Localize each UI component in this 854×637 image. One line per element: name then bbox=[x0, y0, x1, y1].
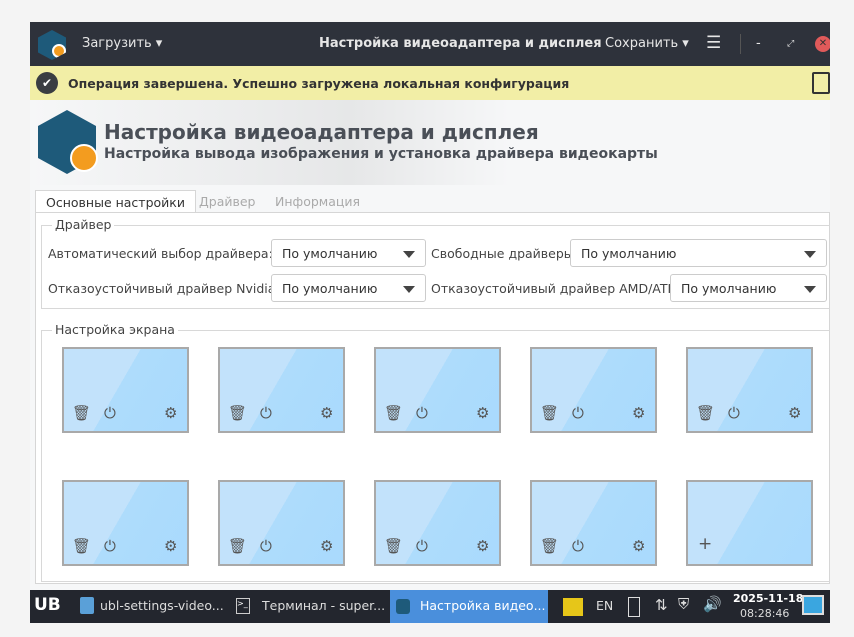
main-panel: Драйвер Автоматический выбор драйвера: П… bbox=[35, 212, 830, 584]
tab-main-settings[interactable]: Основные настройки bbox=[35, 190, 196, 213]
gear-icon bbox=[70, 144, 98, 172]
gear-icon[interactable]: ⚙ bbox=[632, 537, 645, 555]
keyboard-layout[interactable]: EN bbox=[596, 598, 613, 613]
app-icon bbox=[38, 30, 66, 60]
trash-icon[interactable]: 🗑 bbox=[696, 404, 715, 422]
power-icon[interactable]: ⏻ bbox=[572, 537, 584, 555]
monitor-tile[interactable]: 🗑 ⏻ ⚙ bbox=[374, 480, 501, 566]
terminal-icon: >_ bbox=[236, 598, 250, 614]
tab-information[interactable]: Информация bbox=[265, 190, 370, 213]
clock-time[interactable]: 08:28:46 bbox=[740, 607, 789, 620]
power-icon[interactable]: ⏻ bbox=[416, 537, 428, 555]
trash-icon[interactable]: 🗑 bbox=[72, 537, 91, 555]
load-label: Загрузить bbox=[82, 36, 152, 51]
screen-group-label: Настройка экрана bbox=[52, 322, 178, 337]
free-driver-label: Свободные драйверы bbox=[431, 246, 574, 261]
gear-icon[interactable]: ⚙ bbox=[476, 537, 489, 555]
monitor-tile[interactable]: 🗑 ⏻ ⚙ bbox=[62, 480, 189, 566]
monitor-tile[interactable]: 🗑 ⏻ ⚙ bbox=[374, 347, 501, 433]
monitor-tile[interactable]: 🗑 ⏻ ⚙ bbox=[62, 347, 189, 433]
page-title: Настройка видеоадаптера и дисплея bbox=[104, 120, 539, 144]
volume-icon[interactable]: 🔊 bbox=[703, 595, 722, 613]
driver-group: Драйвер Автоматический выбор драйвера: П… bbox=[41, 217, 830, 309]
minimize-button[interactable]: - bbox=[756, 36, 761, 51]
clock-date[interactable]: 2025-11-18 bbox=[733, 592, 803, 605]
network-icon[interactable]: ⇅ bbox=[655, 596, 668, 614]
taskbar-item-video-active[interactable]: Настройка видео... bbox=[390, 590, 548, 623]
trash-icon[interactable]: 🗑 bbox=[228, 404, 247, 422]
gear-icon[interactable]: ⚙ bbox=[164, 404, 177, 422]
trash-icon[interactable]: 🗑 bbox=[228, 537, 247, 555]
save-menu-button[interactable]: Сохранить ▾ bbox=[605, 36, 689, 51]
auto-driver-select[interactable]: По умолчанию bbox=[271, 239, 426, 267]
app-icon-small bbox=[396, 599, 410, 614]
power-icon[interactable]: ⏻ bbox=[572, 404, 584, 422]
monitor-tile[interactable]: 🗑 ⏻ ⚙ bbox=[218, 480, 345, 566]
screenshot-icon[interactable] bbox=[802, 595, 824, 615]
auto-driver-value: По умолчанию bbox=[282, 246, 378, 261]
amd-driver-select[interactable]: По умолчанию bbox=[670, 274, 827, 302]
clipboard-icon[interactable] bbox=[628, 597, 640, 617]
trash-icon[interactable]: 🗑 bbox=[72, 404, 91, 422]
driver-group-label: Драйвер bbox=[52, 217, 115, 232]
gear-icon[interactable]: ⚙ bbox=[320, 537, 333, 555]
close-button[interactable]: ✕ bbox=[815, 36, 830, 52]
monitor-tile[interactable]: 🗑 ⏻ ⚙ bbox=[686, 347, 813, 433]
trash-icon[interactable]: 🗑 bbox=[540, 404, 559, 422]
gear-icon[interactable]: ⚙ bbox=[320, 404, 333, 422]
power-icon[interactable]: ⏻ bbox=[260, 404, 272, 422]
shield-icon[interactable]: ⛨ bbox=[678, 595, 689, 613]
monitor-tile[interactable]: 🗑 ⏻ ⚙ bbox=[530, 480, 657, 566]
load-menu-button[interactable]: Загрузить ▾ bbox=[82, 36, 162, 51]
save-label: Сохранить bbox=[605, 36, 679, 51]
plus-icon[interactable]: + bbox=[698, 534, 712, 554]
trash-icon[interactable]: 🗑 bbox=[540, 537, 559, 555]
free-driver-value: По умолчанию bbox=[581, 246, 677, 261]
monitor-tile[interactable]: 🗑 ⏻ ⚙ bbox=[218, 347, 345, 433]
divider bbox=[740, 34, 741, 54]
power-icon[interactable]: ⏻ bbox=[260, 537, 272, 555]
taskbar-item-terminal[interactable]: Терминал - super... bbox=[262, 598, 385, 613]
amd-driver-label: Отказоустойчивый драйвер AMD/ATI: bbox=[431, 281, 676, 296]
monitor-tile[interactable]: 🗑 ⏻ ⚙ bbox=[530, 347, 657, 433]
page-subtitle: Настройка вывода изображения и установка… bbox=[104, 146, 658, 162]
power-icon[interactable]: ⏻ bbox=[416, 404, 428, 422]
power-icon[interactable]: ⏻ bbox=[104, 537, 116, 555]
maximize-button[interactable]: ⤢ bbox=[787, 39, 794, 49]
gear-icon[interactable]: ⚙ bbox=[632, 404, 645, 422]
tab-driver[interactable]: Драйвер bbox=[189, 190, 265, 213]
trash-icon[interactable]: 🗑 bbox=[384, 404, 403, 422]
auto-driver-label: Автоматический выбор драйвера: bbox=[48, 246, 273, 261]
nvidia-driver-value: По умолчанию bbox=[282, 281, 378, 296]
window-title: Настройка видеоадаптера и дисплея bbox=[319, 36, 602, 51]
page-header: Настройка видеоадаптера и дисплея Настро… bbox=[30, 100, 830, 185]
info-bar: ✔ Операция завершена. Успешно загружена … bbox=[30, 66, 830, 100]
amd-driver-value: По умолчанию bbox=[681, 281, 777, 296]
info-message: Операция завершена. Успешно загружена ло… bbox=[68, 76, 570, 91]
taskbar-item-video-label: Настройка видео... bbox=[420, 598, 546, 613]
hamburger-menu-icon[interactable]: ☰ bbox=[706, 33, 721, 53]
free-driver-select[interactable]: По умолчанию bbox=[570, 239, 827, 267]
save-config-icon[interactable] bbox=[812, 72, 830, 94]
trash-icon[interactable]: 🗑 bbox=[384, 537, 403, 555]
add-monitor-tile[interactable]: + bbox=[686, 480, 813, 566]
start-menu-logo[interactable]: UB bbox=[34, 595, 61, 615]
power-icon[interactable]: ⏻ bbox=[728, 404, 740, 422]
notes-icon[interactable] bbox=[563, 598, 583, 616]
taskbar-item-files[interactable]: ubl-settings-video... bbox=[100, 598, 224, 613]
taskbar: UB ubl-settings-video... >_ Терминал - s… bbox=[30, 590, 830, 623]
power-icon[interactable]: ⏻ bbox=[104, 404, 116, 422]
app-window: Загрузить ▾ Настройка видеоадаптера и ди… bbox=[30, 22, 830, 590]
gear-icon[interactable]: ⚙ bbox=[476, 404, 489, 422]
nvidia-driver-select[interactable]: По умолчанию bbox=[271, 274, 426, 302]
title-bar: Загрузить ▾ Настройка видеоадаптера и ди… bbox=[30, 22, 830, 66]
gear-icon[interactable]: ⚙ bbox=[164, 537, 177, 555]
folder-icon bbox=[80, 597, 94, 614]
check-icon: ✔ bbox=[36, 72, 58, 94]
screen-group: Настройка экрана 🗑 ⏻ ⚙ 🗑 ⏻ ⚙ 🗑 ⏻ ⚙ 🗑 ⏻ ⚙ 🗑 ⏻ ⚙ 🗑 ⏻ ⚙ 🗑 ⏻ ⚙ 🗑 ⏻… bbox=[41, 322, 830, 582]
nvidia-driver-label: Отказоустойчивый драйвер Nvidia: bbox=[48, 281, 280, 296]
gear-icon[interactable]: ⚙ bbox=[788, 404, 801, 422]
